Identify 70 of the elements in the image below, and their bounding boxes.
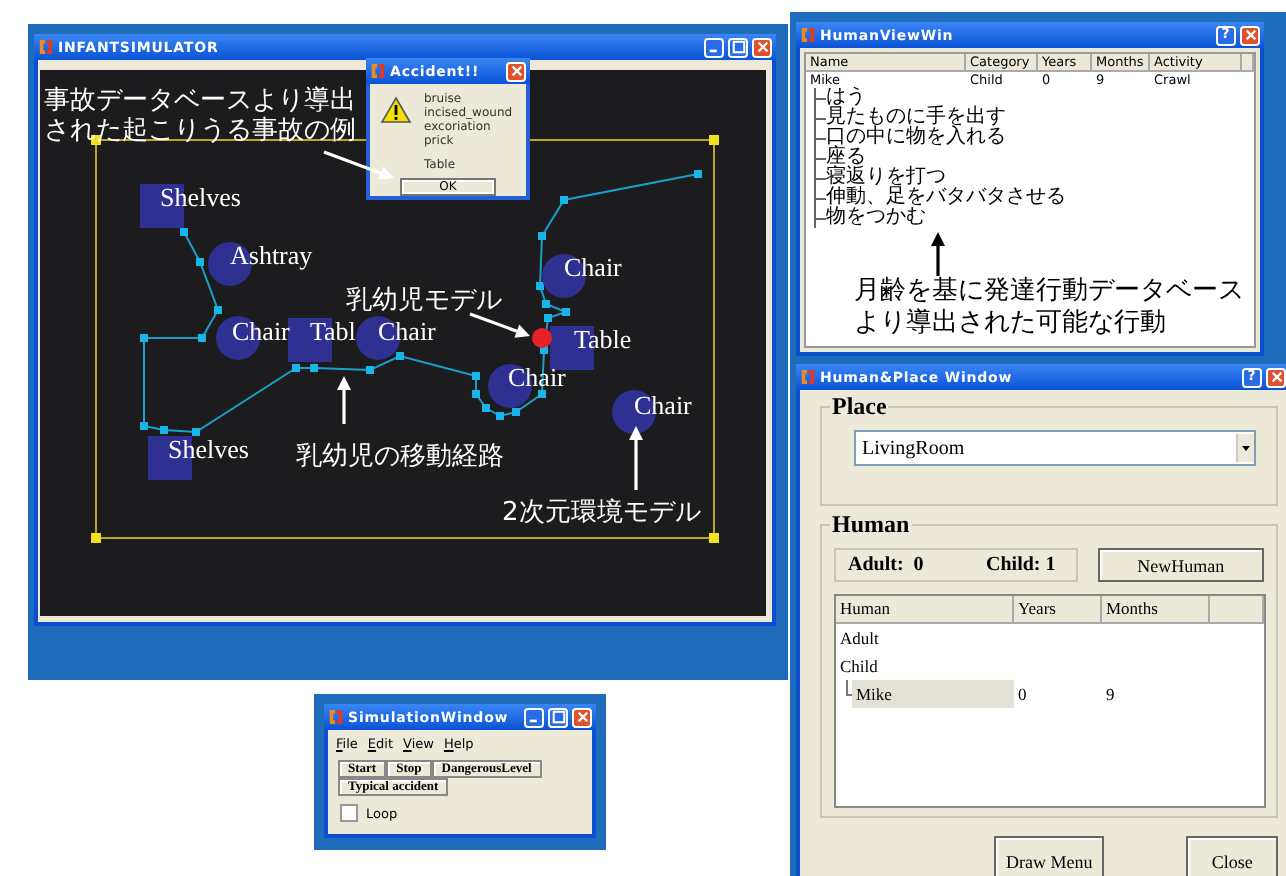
close-icon [509, 64, 523, 78]
object-label: Ashtray [230, 240, 313, 270]
close-icon [1269, 370, 1283, 384]
close-button[interactable] [1266, 367, 1286, 387]
app-icon [328, 708, 344, 726]
annotation-arrow [469, 312, 530, 338]
close-button[interactable] [752, 37, 772, 57]
column-header[interactable]: Human [836, 596, 1014, 624]
object-label: Chair [232, 316, 290, 346]
table-cell[interactable]: Mike [852, 680, 1014, 708]
column-header[interactable]: Years [1014, 596, 1102, 624]
tree-item[interactable]: 伸動、足をバタバタさせる [816, 188, 1066, 208]
object-label: Chair [634, 390, 692, 420]
group-label: Human [830, 510, 912, 538]
adult-count: Adult: 0 [848, 554, 924, 576]
annotation-text: 2次元環境モデル [502, 498, 701, 528]
object-label: Shelves [160, 182, 241, 212]
child-count: Child: 1 [986, 554, 1056, 576]
close-button[interactable] [572, 707, 592, 727]
tree-item[interactable]: 見たものに手を出す [816, 108, 1006, 128]
tree-item[interactable]: 座る [816, 148, 866, 168]
column-header [1210, 596, 1264, 624]
tree-item[interactable]: 寝返りを打つ [816, 168, 946, 188]
annotation-arrow [930, 232, 946, 276]
minimize-button[interactable] [524, 707, 544, 727]
minimize-button[interactable] [704, 37, 724, 57]
app-icon [800, 26, 816, 44]
infant-marker [532, 328, 552, 348]
close-icon [575, 710, 589, 724]
column-header[interactable]: Months [1102, 596, 1210, 624]
object-label: Tabl [310, 316, 356, 346]
tree-item[interactable]: Adult [836, 624, 879, 652]
close-icon [1243, 28, 1257, 42]
app-icon [38, 38, 54, 56]
group-label: Place [830, 392, 889, 420]
close-button[interactable] [1240, 25, 1260, 45]
dialog-button[interactable]: Draw Menu [994, 836, 1105, 876]
new-human-button[interactable]: NewHuman [1097, 548, 1264, 582]
annotation-arrow [629, 426, 643, 490]
annotation-arrow [337, 376, 351, 424]
annotation-text: 月齢を基に発達行動データベース [854, 276, 1244, 308]
tree-item[interactable]: 口の中に物を入れる [816, 128, 1006, 148]
object-label: Table [574, 324, 632, 354]
loop-checkbox[interactable] [340, 804, 358, 822]
annotation-text: 乳幼児モデル [346, 286, 502, 316]
maximize-icon [731, 40, 745, 54]
maximize-icon [551, 710, 565, 724]
object-label: Shelves [168, 434, 249, 464]
table-cell-text: 0 [1016, 682, 1029, 708]
dialog-button[interactable]: Close [1186, 836, 1278, 876]
tree-item[interactable]: Child [836, 652, 878, 680]
tree-item[interactable]: 物をつかむ [816, 208, 926, 228]
dropdown-icon [1236, 434, 1254, 462]
annotation-text: された起こりうる事故の例 [44, 116, 356, 146]
column-header [1242, 54, 1254, 72]
close-icon [755, 40, 769, 54]
annotation-text: 事故データベースより導出 [44, 86, 356, 116]
annotation-text: 乳幼児の移動経路 [296, 442, 504, 472]
table-cell-text: 9 [1104, 682, 1117, 708]
app-icon [370, 62, 386, 80]
place-dropdown[interactable]: LivingRoom [854, 430, 1256, 466]
annotation-text: より導出された可能な行動 [854, 308, 1168, 340]
warning-icon [380, 96, 412, 124]
app-icon [800, 368, 816, 386]
object-label: Chair [564, 252, 622, 282]
tree-item[interactable]: はう [816, 88, 866, 108]
maximize-button[interactable] [548, 707, 568, 727]
maximize-button[interactable] [728, 37, 748, 57]
close-button[interactable] [506, 61, 526, 81]
object-label: Chair [378, 316, 436, 346]
